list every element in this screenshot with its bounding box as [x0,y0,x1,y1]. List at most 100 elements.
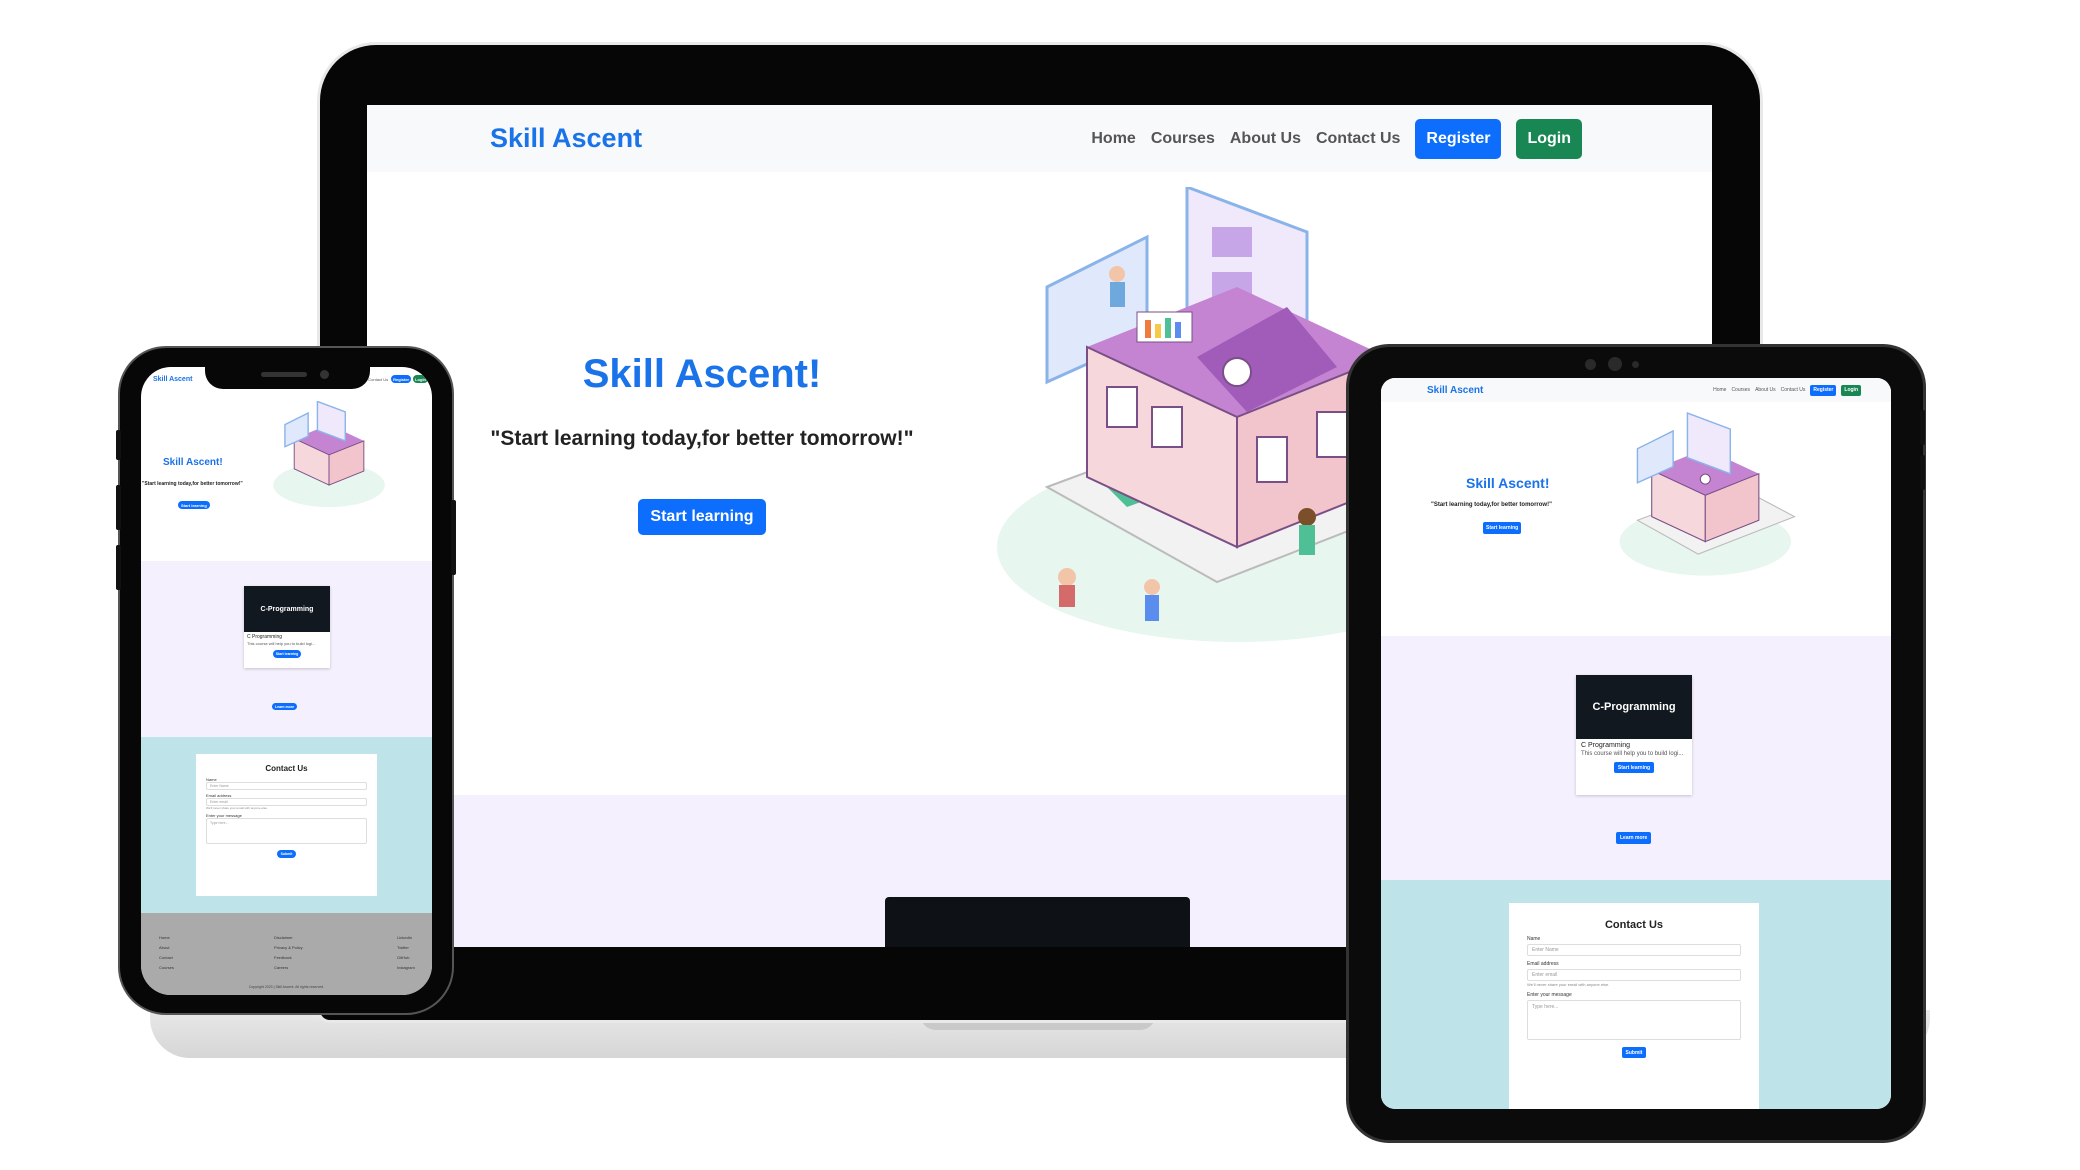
phone-footer-link[interactable]: Feedback [274,953,303,963]
phone-footer-col-3: LinkedIn Twitter GitHub Instagram [397,933,415,973]
nav-home[interactable]: Home [1091,130,1135,148]
start-learning-button[interactable]: Start learning [638,499,766,535]
phone-footer-link[interactable]: Careers [274,963,303,973]
phone-register-button[interactable]: Register [391,375,412,383]
hero-tagline: "Start learning today,for better tomorro… [490,427,914,450]
phone-contact-form: Contact Us Name Enter Name Email address… [196,754,377,896]
tablet-name-input[interactable]: Enter Name [1527,944,1741,956]
phone-footer-link[interactable]: Disclaimer [274,933,303,943]
tablet-brand-logo[interactable]: Skill Ascent [1427,385,1483,396]
phone-footer-link[interactable]: Contact [159,953,174,963]
phone-footer-col-2: Disclaimer Privacy & Policy Feedback Car… [274,933,303,973]
navbar: Skill Ascent Home Courses About Us Conta… [367,105,1712,172]
tablet-camera [1632,361,1639,368]
phone-speaker [261,372,307,377]
phone-footer-link[interactable]: Home [159,933,174,943]
phone-screen: Skill Ascent Contact Us Register Login S… [141,367,432,995]
tablet-email-help: We'll never share your email with anyone… [1527,982,1610,987]
phone-button-left [116,485,121,530]
phone-contact-title: Contact Us [265,764,308,773]
device-mockup-stage: Skill Ascent Home Courses About Us Conta… [0,0,2080,1170]
tablet-screen: Skill Ascent Home Courses About Us Conta… [1381,378,1891,1109]
tablet-message-textarea[interactable]: Type here... [1527,1000,1741,1040]
phone-email-input[interactable]: Enter email [206,798,367,806]
phone-name-input[interactable]: Enter Name [206,782,367,790]
phone-footer: Home About Contact Courses Disclaimer Pr… [141,913,432,995]
tablet-nav-home[interactable]: Home [1713,387,1726,393]
phone-brand-logo[interactable]: Skill Ascent [153,376,192,383]
phone-contact-section: Contact Us Name Enter Name Email address… [141,737,432,913]
tablet-email-input[interactable]: Enter email [1527,969,1741,981]
phone-camera [320,370,329,379]
tablet-navbar: Skill Ascent Home Courses About Us Conta… [1381,378,1891,402]
tablet-contact-form: Contact Us Name Enter Name Email address… [1509,903,1759,1109]
phone-message-textarea[interactable]: Type here... [206,818,367,844]
tablet-nav-courses[interactable]: Courses [1731,387,1750,393]
hero-text: Skill Ascent! "Start learning today,for … [367,352,1037,535]
phone-footer-link[interactable]: Instagram [397,963,415,973]
phone-course-card: C-Programming C Programming This course … [244,586,330,668]
phone-button-right [451,500,456,575]
tablet-email-label: Email address [1527,961,1559,967]
tablet-submit-button[interactable]: Submit [1621,1047,1647,1058]
tablet-button-right [1920,455,1925,490]
phone-course-card-image: C-Programming [244,586,330,632]
phone-start-learning-button[interactable]: Start learning [178,501,210,509]
phone-course-card-description: This course will help you to build logi.… [247,641,316,646]
tablet-nav-contact-us[interactable]: Contact Us [1781,387,1806,393]
tablet-button-right [1920,410,1925,445]
tablet-hero-section: Skill Ascent! "Start learning today,for … [1381,402,1891,636]
tablet-course-card-title: C Programming [1581,742,1631,749]
phone-button-left [116,545,121,590]
tablet-course-card: C-Programming C Programming This course … [1576,675,1692,795]
tablet-start-learning-button[interactable]: Start learning [1483,522,1522,534]
phone-hero-tagline: "Start learning today,for better tomorro… [142,481,243,487]
hero-title: Skill Ascent! [582,352,822,396]
phone-footer-link[interactable]: LinkedIn [397,933,415,943]
tablet-nav-about-us[interactable]: About Us [1755,387,1776,393]
phone-hero-section: Skill Ascent! "Start learning today,for … [141,391,432,561]
phone-button-left [116,430,121,460]
tablet-courses-section: C-Programming C Programming This course … [1381,636,1891,880]
phone-hero-title: Skill Ascent! [163,457,223,468]
tablet-message-label: Enter your message [1527,992,1572,998]
phone-footer-link[interactable]: Privacy & Policy [274,943,303,953]
phone-footer-link[interactable]: About [159,943,174,953]
tablet-nav-links: Home Courses About Us Contact Us Registe… [1713,384,1861,396]
tablet-name-label: Name [1527,936,1541,942]
phone-course-card-title: C Programming [247,634,283,640]
phone-copyright: Copyright 2023 | Skill Ascent. All right… [248,985,325,989]
tablet-contact-title: Contact Us [1604,919,1664,931]
tablet-hero-title: Skill Ascent! [1466,475,1550,491]
tablet-course-start-button[interactable]: Start learning [1613,762,1655,773]
nav-links: Home Courses About Us Contact Us Registe… [1091,118,1582,159]
register-button[interactable]: Register [1415,118,1502,159]
tablet-hero-tagline: "Start learning today,for better tomorro… [1431,502,1552,508]
phone-course-start-button[interactable]: Start learning [272,650,302,658]
tablet-camera [1585,359,1596,370]
course-card-image [885,897,1190,947]
tablet-course-card-image: C-Programming [1576,675,1692,739]
phone-footer-link[interactable]: Twitter [397,943,415,953]
phone-school-illustration [273,401,385,508]
brand-logo[interactable]: Skill Ascent [490,123,642,154]
phone-footer-link[interactable]: GitHub [397,953,415,963]
login-button[interactable]: Login [1516,118,1582,159]
phone-submit-button[interactable]: Submit [276,850,297,858]
tablet-learn-more-button[interactable]: Learn more [1616,832,1652,844]
tablet-register-button[interactable]: Register [1810,384,1837,396]
phone-learn-more-button[interactable]: Learn more [272,703,298,710]
phone-nav-contact-us[interactable]: Contact Us [368,377,388,382]
nav-courses[interactable]: Courses [1151,130,1215,148]
phone-footer-col-1: Home About Contact Courses [159,933,174,973]
phone-email-help: We'll never share your email with anyone… [206,806,268,810]
nav-about-us[interactable]: About Us [1230,130,1301,148]
tablet-login-button[interactable]: Login [1841,384,1861,396]
nav-contact-us[interactable]: Contact Us [1316,130,1400,148]
phone-footer-link[interactable]: Courses [159,963,174,973]
phone-courses-section: C-Programming C Programming This course … [141,561,432,737]
tablet-camera [1608,357,1622,371]
tablet-contact-section: Contact Us Name Enter Name Email address… [1381,880,1891,1109]
tablet-course-card-description: This course will help you to build logi.… [1581,751,1684,757]
tablet-school-illustration [1619,412,1796,576]
